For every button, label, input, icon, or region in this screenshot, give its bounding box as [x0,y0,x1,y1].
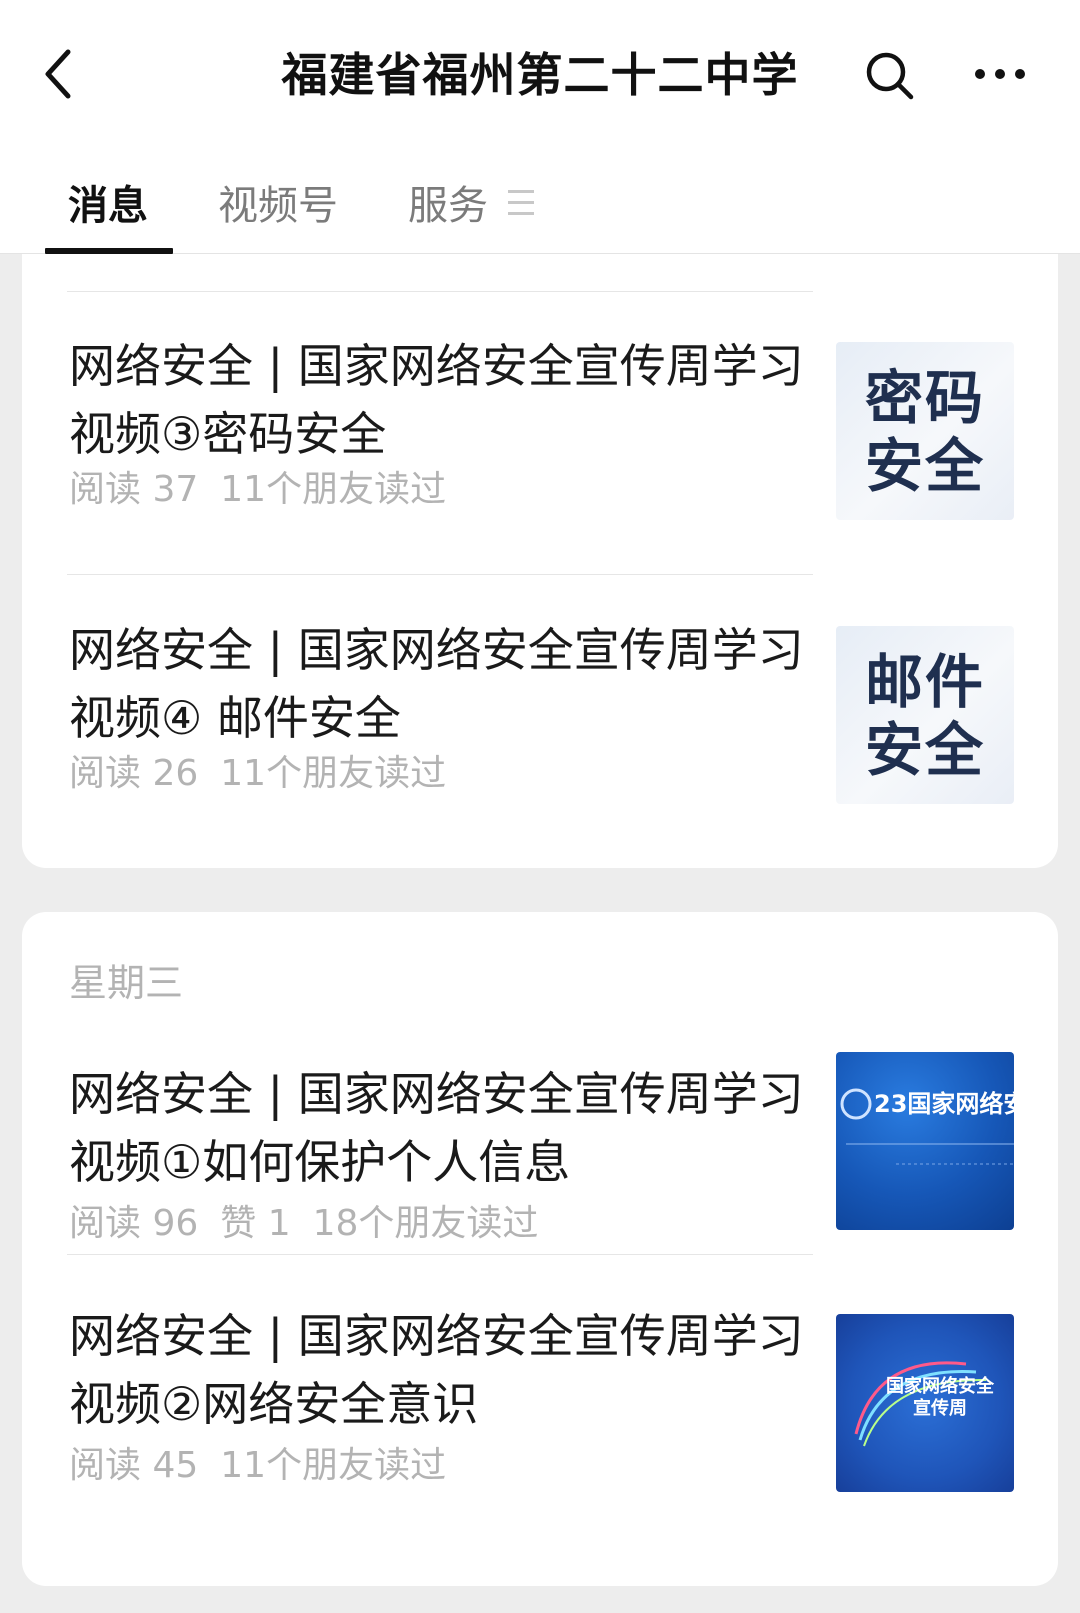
tab-channels[interactable]: 视频号 [218,178,338,234]
divider [67,291,813,292]
menu-lines-icon [508,190,534,218]
thumbnail-text: 邮件安全 [864,648,985,784]
article-thumbnail: 邮件安全 [836,626,1014,804]
read-count: 阅读 45 [69,1445,199,1486]
article-title: 网络安全 | 国家网络安全宣传周学习视频④ 邮件安全 [69,623,804,745]
read-count: 阅读 26 [69,753,199,794]
cyber-week-logo-icon [840,1088,1014,1165]
article-thumbnail: 国家网络安全宣传周 [836,1314,1014,1492]
article-item[interactable]: 网络安全 | 国家网络安全宣传周学习视频②网络安全意识 阅读 45 11个朋友读过… [22,1302,1058,1502]
search-button[interactable] [862,48,918,104]
read-count: 阅读 37 [69,469,199,510]
read-count: 阅读 96 [69,1203,199,1244]
thumbnail-text: 23国家网络安全 [874,1090,1014,1118]
more-dots-icon [975,69,1025,79]
article-thumbnail: 密码安全 [836,342,1014,520]
more-button[interactable] [970,54,1030,94]
tab-messages[interactable]: 消息 [68,178,148,234]
tab-services[interactable]: 服务 [408,178,488,234]
article-title: 网络安全 | 国家网络安全宣传周学习视频③密码安全 [69,339,804,461]
date-label: 星期三 [69,961,184,1005]
divider [67,574,813,575]
back-button[interactable] [38,44,82,104]
friends-read: 11个朋友读过 [220,469,447,510]
article-thumbnail: 23国家网络安全 [836,1052,1014,1230]
thumbnail-text: 国家网络安全宣传周 [886,1376,994,1419]
article-meta: 阅读 26 11个朋友读过 [69,750,809,798]
like-count: 赞 1 [220,1203,291,1244]
article-item[interactable]: 网络安全 | 国家网络安全宣传周学习视频④ 邮件安全 阅读 26 11个朋友读过 … [22,616,1058,816]
thumbnail-text: 密码安全 [864,364,985,500]
message-card: 网络安全 | 国家网络安全宣传周学习视频③密码安全 阅读 37 11个朋友读过 密… [22,254,1058,868]
article-item[interactable]: 网络安全 | 国家网络安全宣传周学习视频①如何保护个人信息 阅读 96 赞 1 18… [22,1052,1058,1260]
article-meta: 阅读 37 11个朋友读过 [69,466,809,514]
article-meta: 阅读 45 11个朋友读过 [69,1442,809,1490]
tab-bar: 消息 视频号 服务 [0,150,1080,254]
top-bar: 福建省福州第二十二中学 [0,0,1080,150]
article-item[interactable]: 网络安全 | 国家网络安全宣传周学习视频③密码安全 阅读 37 11个朋友读过 密… [22,332,1058,532]
message-card: 星期三 网络安全 | 国家网络安全宣传周学习视频①如何保护个人信息 阅读 96 赞… [22,912,1058,1586]
friends-read: 18个朋友读过 [312,1203,539,1244]
page-title: 福建省福州第二十二中学 [281,48,799,102]
article-title: 网络安全 | 国家网络安全宣传周学习视频①如何保护个人信息 [69,1067,804,1189]
article-meta: 阅读 96 赞 1 18个朋友读过 [69,1200,809,1248]
article-title: 网络安全 | 国家网络安全宣传周学习视频②网络安全意识 [69,1309,804,1431]
chevron-left-icon [45,49,71,99]
friends-read: 11个朋友读过 [220,1445,447,1486]
divider [67,1254,813,1255]
friends-read: 11个朋友读过 [220,753,447,794]
search-icon [866,52,914,100]
